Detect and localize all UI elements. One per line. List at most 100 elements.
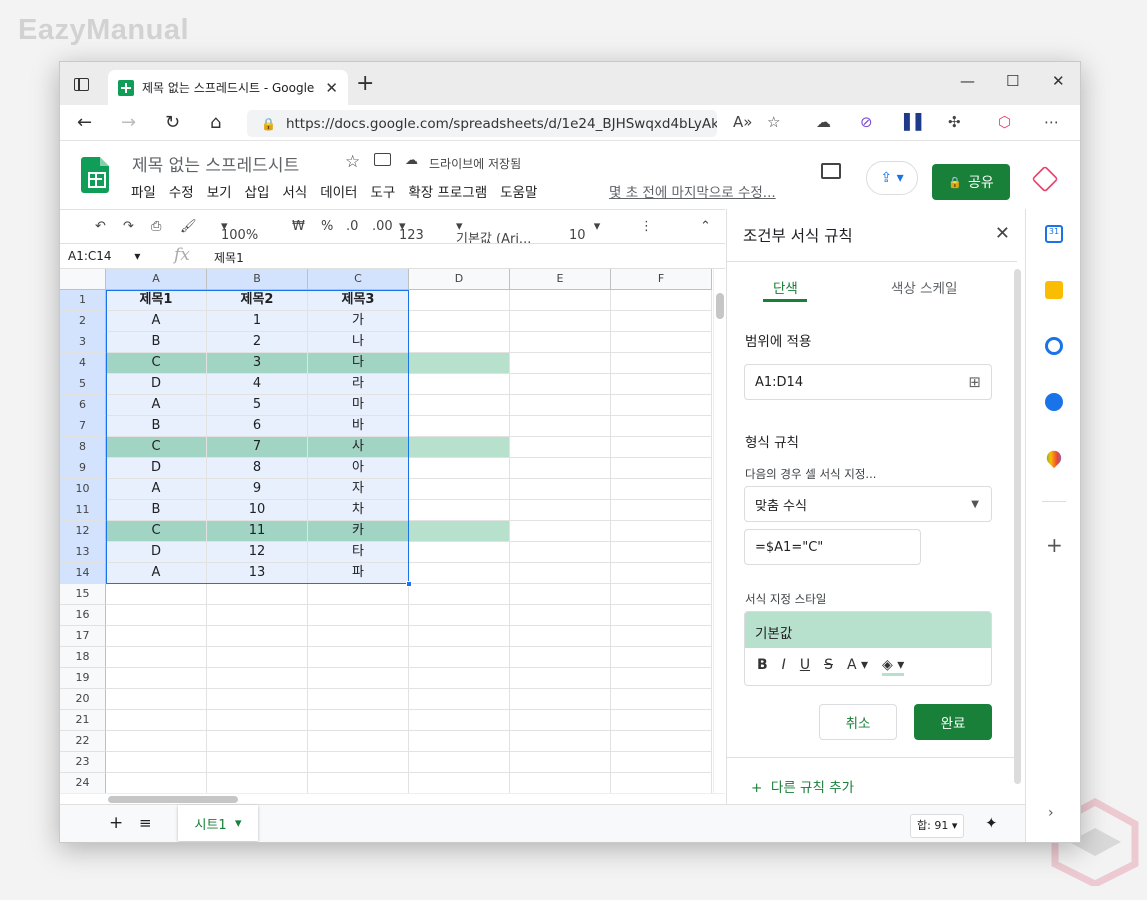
menu-help[interactable]: 도움말 <box>500 181 537 201</box>
cell[interactable]: 자 <box>308 479 409 500</box>
cell[interactable] <box>207 668 308 689</box>
cell[interactable] <box>611 731 712 752</box>
cell[interactable] <box>409 710 510 731</box>
cell[interactable] <box>510 500 611 521</box>
zoom-select[interactable]: 100% ▾ <box>221 219 258 243</box>
cell[interactable] <box>207 689 308 710</box>
column-header-f[interactable]: F <box>611 269 712 290</box>
cell[interactable] <box>510 647 611 668</box>
cell[interactable] <box>106 752 207 773</box>
menu-file[interactable]: 파일 <box>131 181 156 201</box>
cell[interactable] <box>308 605 409 626</box>
cell[interactable]: 13 <box>207 563 308 584</box>
cell[interactable]: 12 <box>207 542 308 563</box>
cell[interactable]: D <box>106 458 207 479</box>
minimize-icon[interactable]: — <box>960 72 975 90</box>
row-header[interactable]: 20 <box>60 689 106 710</box>
cell[interactable]: 6 <box>207 416 308 437</box>
vertical-scroll-thumb[interactable] <box>716 293 724 319</box>
cell[interactable] <box>611 710 712 731</box>
cell[interactable] <box>510 395 611 416</box>
horizontal-scrollbar[interactable] <box>60 793 725 804</box>
cell[interactable] <box>106 584 207 605</box>
cell[interactable]: 카 <box>308 521 409 542</box>
paint-format-icon[interactable]: 🖌 <box>180 219 197 234</box>
add-rule-button[interactable]: + 다른 규칙 추가 <box>751 776 854 796</box>
cell[interactable]: B <box>106 500 207 521</box>
cell[interactable] <box>611 437 712 458</box>
extension-bars-icon[interactable]: ▌▌ <box>904 113 927 131</box>
row-header[interactable]: 6 <box>60 395 106 416</box>
font-select[interactable]: 기본값 (Ari... ▾ <box>456 219 531 247</box>
cell[interactable]: 마 <box>308 395 409 416</box>
bold-icon[interactable]: B <box>757 657 768 676</box>
cell[interactable] <box>510 773 611 793</box>
header-cell[interactable]: 제목1 <box>106 290 207 311</box>
cell[interactable] <box>207 773 308 793</box>
cell[interactable] <box>409 500 510 521</box>
print-icon[interactable]: ⎙ <box>151 219 161 234</box>
cell[interactable] <box>106 773 207 793</box>
cell[interactable] <box>510 290 611 311</box>
cell[interactable] <box>308 584 409 605</box>
cell[interactable]: 7 <box>207 437 308 458</box>
expand-panel-icon[interactable]: › <box>1048 805 1054 821</box>
doc-title[interactable]: 제목 없는 스프레드시트 <box>132 151 299 176</box>
cell[interactable] <box>106 605 207 626</box>
explore-icon[interactable]: ✦ <box>985 814 998 832</box>
formula-value-input[interactable]: =$A1="C" <box>744 529 921 565</box>
cell[interactable]: 4 <box>207 374 308 395</box>
cell[interactable] <box>207 584 308 605</box>
cell[interactable] <box>611 332 712 353</box>
cell[interactable]: 파 <box>308 563 409 584</box>
comment-icon[interactable] <box>821 163 841 179</box>
cell[interactable] <box>409 395 510 416</box>
cell[interactable] <box>611 689 712 710</box>
cell[interactable] <box>409 332 510 353</box>
cell[interactable]: 차 <box>308 500 409 521</box>
cell[interactable] <box>207 731 308 752</box>
menu-view[interactable]: 보기 <box>207 181 232 201</box>
cell[interactable]: 가 <box>308 311 409 332</box>
row-header[interactable]: 8 <box>60 437 106 458</box>
cell[interactable] <box>611 416 712 437</box>
cell[interactable] <box>409 689 510 710</box>
cell[interactable]: 라 <box>308 374 409 395</box>
cell[interactable] <box>611 752 712 773</box>
cancel-button[interactable]: 취소 <box>819 704 897 740</box>
row-header[interactable]: 5 <box>60 374 106 395</box>
cell[interactable]: 1 <box>207 311 308 332</box>
column-header-b[interactable]: B <box>207 269 308 290</box>
collapse-toolbar-icon[interactable]: ⌃ <box>700 219 711 234</box>
name-box[interactable]: A1:C14 ▾ <box>68 249 140 263</box>
cell[interactable] <box>510 731 611 752</box>
cell[interactable]: 11 <box>207 521 308 542</box>
cell[interactable] <box>510 605 611 626</box>
menu-data[interactable]: 데이터 <box>320 181 357 201</box>
cell[interactable] <box>207 605 308 626</box>
cell[interactable] <box>510 311 611 332</box>
tab-single-color[interactable]: 단색 <box>773 277 798 297</box>
share-button[interactable]: 🔒 공유 <box>932 164 1010 200</box>
row-header[interactable]: 16 <box>60 605 106 626</box>
cell[interactable] <box>409 731 510 752</box>
row-header[interactable]: 19 <box>60 668 106 689</box>
cell[interactable] <box>510 626 611 647</box>
cell[interactable] <box>207 710 308 731</box>
row-header[interactable]: 10 <box>60 479 106 500</box>
cell[interactable]: 아 <box>308 458 409 479</box>
column-header-d[interactable]: D <box>409 269 510 290</box>
cell[interactable] <box>510 542 611 563</box>
cell[interactable] <box>611 647 712 668</box>
extension-cloud-icon[interactable]: ☁ <box>816 113 831 131</box>
menu-format[interactable]: 서식 <box>282 181 307 201</box>
read-aloud-icon[interactable]: A» <box>733 113 752 131</box>
header-cell[interactable]: 제목2 <box>207 290 308 311</box>
cell[interactable] <box>611 542 712 563</box>
cell[interactable] <box>611 353 712 374</box>
range-input[interactable]: A1:D14 ⊞ <box>744 364 992 400</box>
grid-select-icon[interactable]: ⊞ <box>968 373 981 391</box>
cell[interactable]: C <box>106 437 207 458</box>
cell[interactable] <box>611 500 712 521</box>
cell[interactable] <box>510 437 611 458</box>
